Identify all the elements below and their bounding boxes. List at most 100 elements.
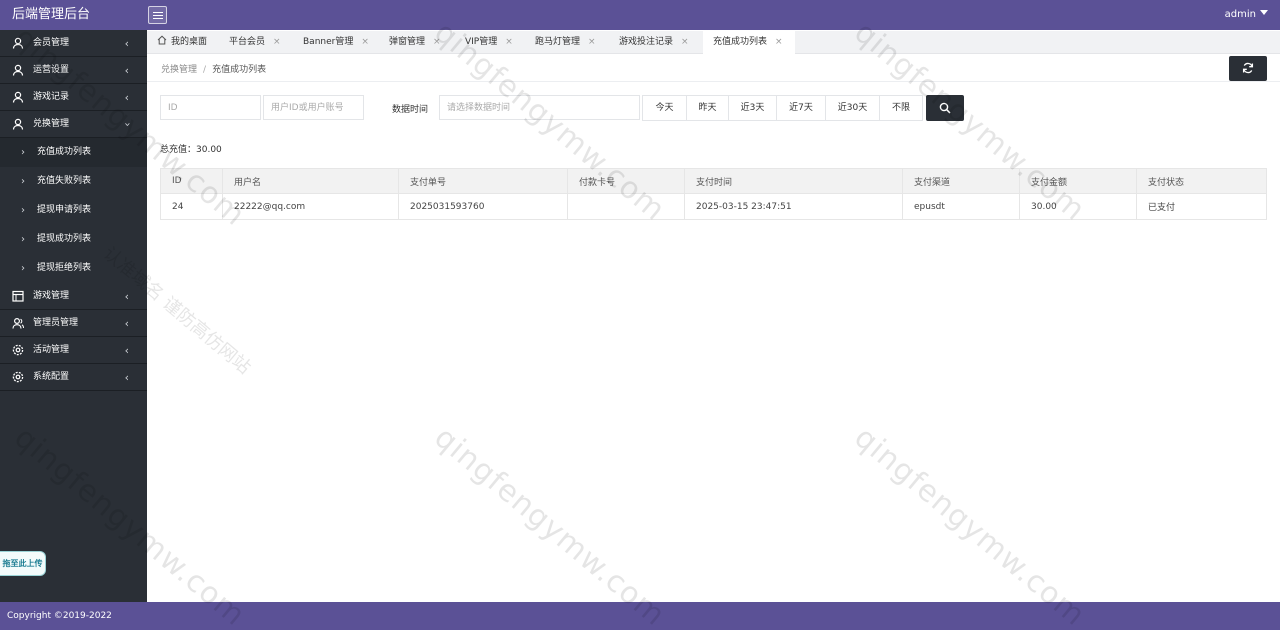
range-yesterday-button[interactable]: 昨天 — [687, 95, 729, 121]
sidebar-item-exchange[interactable]: 兑换管理 ‹ — [0, 111, 147, 138]
sidebar-item-label: 系统配置 — [33, 372, 70, 382]
sidebar-item-game-management[interactable]: 游戏管理 ‹ — [0, 283, 147, 310]
sidebar-item-label: 运营设置 — [33, 65, 70, 75]
breadcrumb-current: 充值成功列表 — [212, 65, 267, 75]
date-label: 数据时间 — [392, 105, 429, 115]
menu-toggle-icon[interactable] — [148, 6, 167, 24]
upload-drop-button[interactable]: 拖至此上传 — [0, 551, 46, 576]
range-today-button[interactable]: 今天 — [642, 95, 687, 121]
tab-label: Banner管理 — [303, 37, 354, 47]
column-header[interactable]: 支付状态 — [1136, 168, 1267, 194]
sidebar-subitem-recharge-failed[interactable]: › 充值失败列表 — [0, 167, 147, 196]
sidebar-subitem-withdraw-success[interactable]: › 提现成功列表 — [0, 225, 147, 254]
user-icon — [12, 37, 24, 49]
column-header[interactable]: ID — [160, 168, 223, 194]
total-value: 30.00 — [196, 145, 222, 155]
users-icon — [12, 317, 24, 329]
watermark: qingfengymw.com — [427, 420, 673, 630]
range-7days-button[interactable]: 近7天 — [777, 95, 826, 121]
sidebar-item-member[interactable]: 会员管理 ‹ — [0, 30, 147, 57]
caret-down-icon — [1260, 9, 1268, 15]
sidebar-subitem-recharge-success[interactable]: › 充值成功列表 — [0, 138, 147, 167]
user-input[interactable] — [263, 95, 364, 120]
close-icon[interactable]: × — [361, 37, 369, 47]
column-header[interactable]: 支付单号 — [398, 168, 568, 194]
range-unlimited-button[interactable]: 不限 — [880, 95, 923, 121]
refresh-button[interactable] — [1229, 56, 1267, 81]
user-icon — [12, 91, 24, 103]
app-title: 后端管理后台 — [12, 7, 91, 22]
close-icon[interactable]: × — [775, 37, 783, 47]
tab-label: 游戏投注记录 — [619, 37, 674, 47]
close-icon[interactable]: × — [588, 37, 596, 47]
tab-game-bets[interactable]: 游戏投注记录 × — [609, 31, 701, 54]
sidebar-item-label: 兑换管理 — [33, 119, 70, 129]
chevron-down-icon: ‹ — [120, 122, 134, 127]
tab-label: 弹窗管理 — [389, 37, 426, 47]
watermark: qingfengymw.com — [847, 420, 1093, 630]
tab-recharge-success[interactable]: 充值成功列表 × — [703, 31, 795, 54]
chevron-left-icon: ‹ — [124, 371, 129, 384]
sidebar-item-admins[interactable]: 管理员管理 ‹ — [0, 310, 147, 337]
chevron-left-icon: ‹ — [124, 290, 129, 303]
cell-id: 24 — [160, 193, 223, 220]
chevron-left-icon: ‹ — [124, 344, 129, 357]
sidebar-subitem-label: 提现申请列表 — [37, 205, 92, 215]
chevron-right-icon: › — [21, 176, 25, 187]
sidebar-subitem-label: 充值失败列表 — [37, 176, 92, 186]
breadcrumb: 兑换管理 / 充值成功列表 — [161, 62, 266, 75]
recharge-table: ID 用户名 支付单号 付款卡号 支付时间 支付渠道 支付金额 支付状态 24 … — [160, 168, 1267, 220]
tab-vip[interactable]: VIP管理 × — [455, 31, 527, 54]
cell-order-no: 2025031593760 — [398, 193, 568, 220]
tab-banner[interactable]: Banner管理 × — [293, 31, 375, 54]
chevron-right-icon: › — [21, 147, 25, 158]
close-icon[interactable]: × — [681, 37, 689, 47]
sidebar-subitem-withdraw-rejected[interactable]: › 提现拒绝列表 — [0, 254, 147, 283]
chevron-right-icon: › — [21, 234, 25, 245]
chevron-right-icon: › — [21, 263, 25, 274]
id-input[interactable] — [160, 95, 261, 120]
sidebar: 会员管理 ‹ 运营设置 ‹ 游戏记录 ‹ 兑换管理 ‹ › 充值成功列表 › 充… — [0, 30, 147, 602]
close-icon[interactable]: × — [273, 37, 281, 47]
range-30days-button[interactable]: 近30天 — [826, 95, 880, 121]
tab-platform-members[interactable]: 平台会员 × — [219, 31, 291, 54]
home-icon — [157, 35, 167, 45]
chevron-left-icon: ‹ — [124, 37, 129, 50]
date-input[interactable] — [439, 95, 640, 120]
range-3days-button[interactable]: 近3天 — [729, 95, 777, 121]
cell-channel: epusdt — [902, 193, 1020, 220]
chevron-left-icon: ‹ — [124, 91, 129, 104]
sidebar-item-system-config[interactable]: 系统配置 ‹ — [0, 364, 147, 391]
tab-popup[interactable]: 弹窗管理 × — [379, 31, 451, 54]
sidebar-item-operations[interactable]: 运营设置 ‹ — [0, 57, 147, 84]
sidebar-subitem-label: 充值成功列表 — [37, 147, 92, 157]
sidebar-item-game-records[interactable]: 游戏记录 ‹ — [0, 84, 147, 111]
footer: Copyright ©2019-2022 — [0, 602, 1280, 630]
sidebar-item-activities[interactable]: 活动管理 ‹ — [0, 337, 147, 364]
column-header[interactable]: 用户名 — [222, 168, 399, 194]
close-icon[interactable]: × — [433, 37, 441, 47]
copyright: Copyright ©2019-2022 — [7, 611, 112, 621]
cell-pay-time: 2025-03-15 23:47:51 — [684, 193, 903, 220]
column-header[interactable]: 支付金额 — [1019, 168, 1137, 194]
tab-label: 充值成功列表 — [713, 37, 768, 47]
tab-desktop[interactable]: 我的桌面 — [147, 31, 217, 54]
table-row[interactable]: 24 22222@qq.com 2025031593760 2025-03-15… — [160, 193, 1267, 220]
cell-status: 已支付 — [1136, 193, 1267, 220]
sidebar-subitem-label: 提现拒绝列表 — [37, 263, 92, 273]
search-button[interactable] — [926, 95, 964, 121]
user-icon — [12, 118, 24, 130]
tab-marquee[interactable]: 跑马灯管理 × — [525, 31, 609, 54]
breadcrumb-separator: / — [203, 65, 207, 75]
gear-icon — [12, 344, 24, 356]
column-header[interactable]: 支付渠道 — [902, 168, 1020, 194]
sidebar-subitem-withdraw-apply[interactable]: › 提现申请列表 — [0, 196, 147, 225]
column-header[interactable]: 支付时间 — [684, 168, 903, 194]
user-menu[interactable]: admin — [1225, 0, 1268, 30]
column-header[interactable]: 付款卡号 — [567, 168, 685, 194]
close-icon[interactable]: × — [505, 37, 513, 47]
table-header-row: ID 用户名 支付单号 付款卡号 支付时间 支付渠道 支付金额 支付状态 — [160, 168, 1267, 194]
breadcrumb-parent[interactable]: 兑换管理 — [161, 65, 197, 75]
cell-amount: 30.00 — [1019, 193, 1137, 220]
sidebar-item-label: 游戏管理 — [33, 291, 70, 301]
